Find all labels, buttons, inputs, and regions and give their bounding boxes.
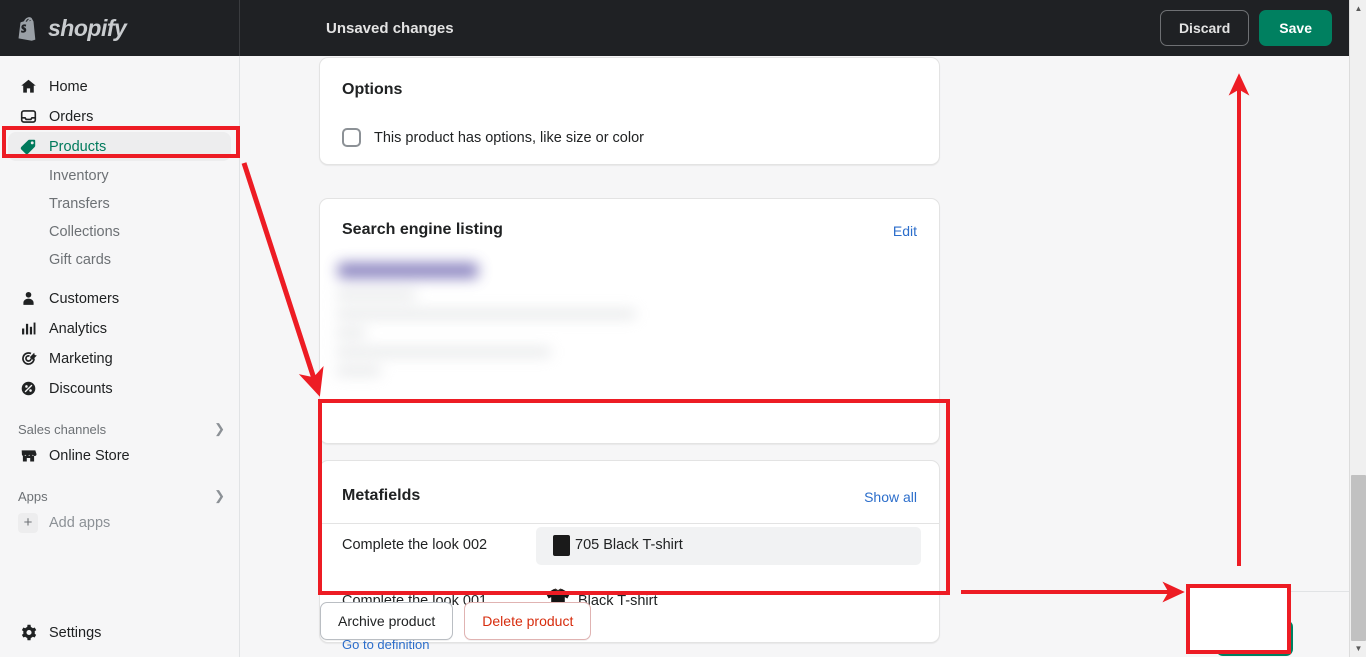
sidebar-settings-wrap: Settings [0, 618, 240, 648]
sidebar-label-add-apps: Add apps [49, 514, 111, 531]
scroll-down-arrow-icon[interactable]: ▼ [1350, 640, 1366, 657]
sidebar-label-analytics: Analytics [49, 320, 108, 337]
black-tshirt-thumbnail [553, 535, 570, 556]
marketing-target-icon [18, 349, 38, 369]
product-has-options-row[interactable]: This product has options, like size or c… [342, 128, 644, 147]
metafield-label: Complete the look 002 [342, 537, 488, 553]
shopify-logo[interactable]: shopify [0, 0, 240, 56]
plus-icon: + [18, 512, 38, 533]
chevron-right-icon[interactable]: ❯ [214, 421, 225, 437]
sidebar-item-transfers[interactable]: Transfers [8, 190, 231, 218]
shopify-bag-icon [18, 16, 36, 41]
orders-icon [18, 107, 38, 127]
discard-button[interactable]: Discard [1159, 10, 1250, 46]
sidebar-item-collections[interactable]: Collections [8, 218, 231, 246]
home-icon [18, 77, 38, 97]
sales-channels-label: Sales channels [18, 421, 107, 437]
sidebar-item-add-apps[interactable]: + Add apps [8, 508, 231, 537]
chevron-right-icon-apps[interactable]: ❯ [214, 488, 225, 504]
app-root: shopify Unsaved changes Discard Save Hom… [0, 0, 1366, 657]
seo-preview-line [336, 348, 551, 356]
online-store-icon [18, 446, 38, 466]
sidebar-label-inventory: Inventory [49, 168, 109, 184]
metafield-row[interactable]: Complete the look 002 705 Black T-shirt [320, 524, 939, 577]
seo-preview-line [336, 291, 416, 299]
sidebar-label-online-store: Online Store [49, 447, 130, 464]
analytics-bars-icon [18, 319, 38, 339]
seo-preview-title-blur [338, 263, 478, 278]
gear-icon [18, 623, 38, 643]
shopify-wordmark: shopify [48, 14, 127, 41]
product-has-options-checkbox[interactable] [342, 128, 361, 147]
products-tag-icon [18, 137, 38, 157]
sidebar-item-inventory[interactable]: Inventory [8, 162, 231, 190]
metafields-show-all-link[interactable]: Show all [864, 489, 917, 505]
unsaved-changes-label: Unsaved changes [326, 19, 454, 37]
sidebar-item-customers[interactable]: Customers [8, 284, 231, 313]
seo-preview-blurred [336, 257, 926, 427]
sidebar-section-apps[interactable]: Apps ❯ [8, 488, 225, 504]
sidebar-label-marketing: Marketing [49, 350, 113, 367]
seo-edit-link[interactable]: Edit [893, 223, 917, 239]
archive-product-button[interactable]: Archive product [320, 602, 454, 640]
options-card: Options This product has options, like s… [319, 57, 940, 165]
sidebar-label-discounts: Discounts [49, 380, 113, 397]
apps-label: Apps [18, 488, 48, 504]
seo-card-title: Search engine listing [342, 221, 503, 238]
product-has-options-label: This product has options, like size or c… [374, 129, 644, 146]
seo-preview-line [336, 367, 381, 375]
sidebar: Home Orders Products Inventory Transfers… [0, 56, 240, 657]
sidebar-item-discounts[interactable]: Discounts [8, 374, 231, 403]
search-engine-listing-card: Search engine listing Edit [319, 198, 940, 444]
sidebar-label-home: Home [49, 78, 88, 95]
sidebar-item-products[interactable]: Products [8, 132, 231, 161]
sidebar-label-gift-cards: Gift cards [49, 252, 112, 268]
main-content: Options This product has options, like s… [241, 56, 1349, 657]
seo-preview-line [336, 310, 636, 318]
seo-preview-line [336, 329, 366, 337]
sidebar-item-home[interactable]: Home [8, 72, 231, 101]
sidebar-item-settings[interactable]: Settings [8, 618, 232, 647]
sidebar-label-collections: Collections [49, 224, 120, 240]
sidebar-item-marketing[interactable]: Marketing [8, 344, 231, 373]
sidebar-label-transfers: Transfers [49, 196, 110, 212]
bottom-actions: Archive product Delete product [320, 602, 592, 640]
save-button-bottom[interactable]: Save [1216, 620, 1293, 656]
sidebar-item-online-store[interactable]: Online Store [8, 441, 231, 470]
page-scrollbar[interactable]: ▲ ▼ [1349, 0, 1366, 657]
sidebar-label-customers: Customers [49, 290, 120, 307]
sidebar-item-analytics[interactable]: Analytics [8, 314, 231, 343]
metafield-value: 705 Black T-shirt [575, 537, 683, 553]
options-card-title: Options [342, 81, 403, 98]
bottom-divider-rule [1201, 591, 1349, 592]
delete-product-button[interactable]: Delete product [464, 602, 592, 640]
save-button-top[interactable]: Save [1259, 10, 1332, 46]
scrollbar-thumb[interactable] [1351, 475, 1366, 641]
topbar-actions: Discard Save [1159, 0, 1332, 56]
sidebar-section-sales-channels[interactable]: Sales channels ❯ [8, 421, 225, 437]
sidebar-label-orders: Orders [49, 108, 94, 125]
top-bar: shopify Unsaved changes Discard Save [0, 0, 1349, 56]
metafields-card-title: Metafields [342, 487, 421, 504]
sidebar-label-settings: Settings [49, 624, 102, 641]
scroll-up-arrow-icon[interactable]: ▲ [1350, 0, 1366, 17]
sidebar-label-products: Products [49, 138, 107, 155]
sidebar-item-gift-cards[interactable]: Gift cards [8, 246, 231, 274]
sidebar-item-orders[interactable]: Orders [8, 102, 231, 131]
customers-person-icon [18, 289, 38, 309]
discounts-percent-icon [18, 379, 38, 399]
